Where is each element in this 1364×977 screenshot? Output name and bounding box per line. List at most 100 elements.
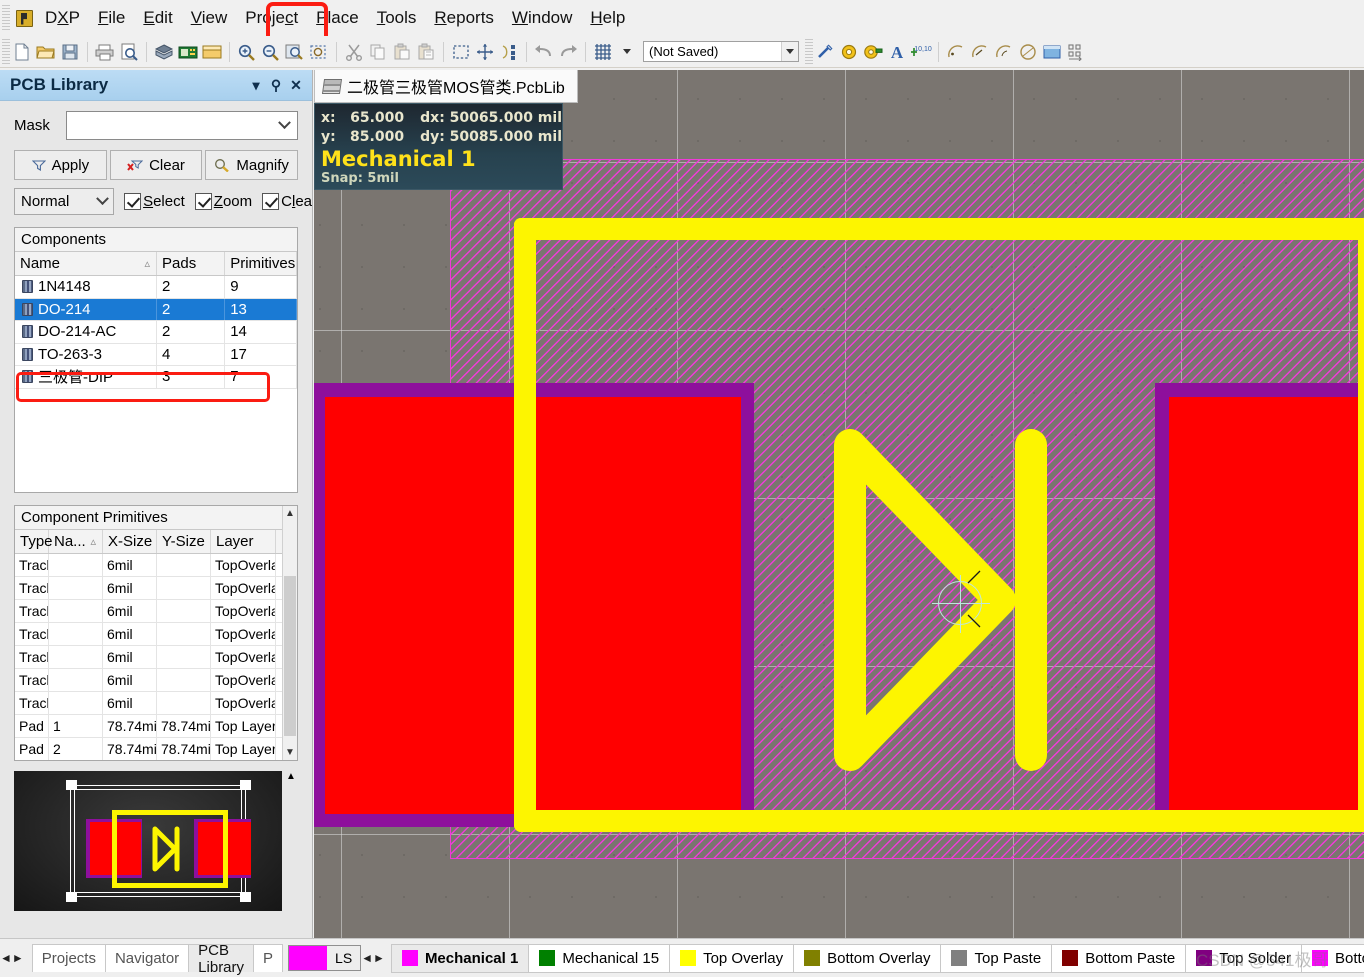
clear-button[interactable]: Clear: [109, 150, 203, 180]
panel-dropdown-icon[interactable]: ▾: [246, 75, 266, 95]
pcb-board-icon[interactable]: [177, 41, 199, 63]
grid-dropdown-icon[interactable]: [616, 41, 638, 63]
save-icon[interactable]: [59, 41, 81, 63]
table-row[interactable]: Pad 1 78.74mi 78.74mi Top Layer: [15, 715, 282, 738]
place-array-icon[interactable]: [1065, 41, 1087, 63]
layer-tab-top-paste[interactable]: Top Paste: [940, 943, 1053, 973]
checkbox-box[interactable]: [124, 193, 142, 210]
select-area-icon[interactable]: [450, 41, 472, 63]
cut-icon[interactable]: [343, 41, 365, 63]
column-header-x-size[interactable]: X-Size: [103, 530, 157, 553]
column-header-primitives[interactable]: Primitives: [225, 252, 297, 275]
menu-item-window[interactable]: Window: [503, 4, 581, 32]
scroll-up-icon[interactable]: ▲: [283, 506, 297, 521]
table-row[interactable]: Track 6mil TopOverla: [15, 554, 282, 577]
open-folder-icon[interactable]: [35, 41, 57, 63]
undo-icon[interactable]: [533, 41, 555, 63]
panel-close-icon[interactable]: ✕: [286, 75, 306, 95]
layer-tabs-scroll-left[interactable]: ◄: [361, 946, 373, 970]
table-row[interactable]: Track 6mil TopOverla: [15, 600, 282, 623]
chevron-down-icon[interactable]: [96, 192, 109, 206]
silkscreen-track-right[interactable]: [1358, 218, 1364, 832]
silkscreen-track-left[interactable]: [514, 218, 536, 832]
panel-tab-navigator[interactable]: Navigator: [104, 944, 190, 972]
mask-input[interactable]: [66, 111, 298, 140]
table-row[interactable]: DO-214-AC 2 14: [15, 321, 297, 344]
table-row[interactable]: Track 6mil TopOverla: [15, 623, 282, 646]
menu-item-file[interactable]: File: [89, 4, 134, 32]
zoom-area-icon[interactable]: [284, 41, 306, 63]
place-arc-edge-icon[interactable]: [969, 41, 991, 63]
place-fill-icon[interactable]: [1041, 41, 1063, 63]
board-3d-icon[interactable]: [153, 41, 175, 63]
panel-pin-icon[interactable]: ⚲: [266, 75, 286, 95]
place-arc-center-icon[interactable]: [945, 41, 967, 63]
column-header-y-size[interactable]: Y-Size: [157, 530, 211, 553]
column-header-layer[interactable]: Layer: [211, 530, 276, 553]
zoom-checkbox[interactable]: Zoom: [194, 193, 252, 210]
chevron-down-icon[interactable]: [278, 116, 291, 130]
checkbox-box[interactable]: [194, 193, 212, 210]
table-row[interactable]: 三极管-DIP 3 7: [15, 366, 297, 389]
document-tab[interactable]: 二极管三极管MOS管类.PcbLib: [314, 70, 578, 103]
place-pad-icon[interactable]: [862, 41, 884, 63]
menu-item-project[interactable]: Project: [236, 4, 307, 32]
menu-item-tools[interactable]: Tools: [368, 4, 426, 32]
select-checkbox[interactable]: Select: [124, 193, 185, 210]
layer-tab-bottom-paste[interactable]: Bottom Paste: [1051, 943, 1187, 973]
silkscreen-track-bottom[interactable]: [514, 810, 1364, 832]
scroll-down-icon[interactable]: ▼: [283, 745, 297, 760]
panel-tabs-scroll-left[interactable]: ◄: [0, 946, 12, 970]
column-header-name[interactable]: Name ▵: [15, 252, 158, 275]
layer-tab-mechanical-1[interactable]: Mechanical 1: [390, 943, 530, 973]
table-row[interactable]: Pad 2 78.74mi 78.74mi Top Layer: [15, 738, 282, 760]
checkbox-box[interactable]: [262, 193, 280, 210]
zoom-selected-icon[interactable]: [308, 41, 330, 63]
zoom-in-icon[interactable]: [236, 41, 258, 63]
table-row[interactable]: DO-214 2 13: [15, 298, 297, 321]
table-row[interactable]: TO-263-3 4 17: [15, 343, 297, 366]
document-combo[interactable]: (Not Saved): [643, 41, 799, 62]
table-row[interactable]: 1N4148 2 9: [15, 276, 297, 299]
magnify-button[interactable]: Magnify: [205, 150, 299, 180]
paste-icon[interactable]: [391, 41, 413, 63]
place-string-icon[interactable]: A: [886, 41, 908, 63]
preview-canvas[interactable]: [14, 771, 282, 911]
grid-icon[interactable]: [592, 41, 614, 63]
scrollbar-thumb[interactable]: [284, 576, 296, 736]
clear-checkbox[interactable]: Clea: [262, 193, 312, 210]
table-row[interactable]: Track 6mil TopOverla: [15, 669, 282, 692]
zoom-out-icon[interactable]: [260, 41, 282, 63]
menu-item-help[interactable]: Help: [581, 4, 634, 32]
layer-sets-button[interactable]: LS: [288, 945, 362, 971]
apply-button[interactable]: Apply: [14, 150, 107, 180]
move-icon[interactable]: [474, 41, 496, 63]
place-via-icon[interactable]: [838, 41, 860, 63]
preview-scrollbar[interactable]: ▲: [284, 771, 298, 911]
menu-item-reports[interactable]: Reports: [425, 4, 503, 32]
place-toolbar-grip[interactable]: [805, 38, 813, 65]
pad-2[interactable]: [1169, 397, 1364, 814]
print-icon[interactable]: [94, 41, 116, 63]
place-coordinate-icon[interactable]: 10,10: [910, 41, 932, 63]
panel-tab-pcb-library[interactable]: PCB Library: [188, 942, 255, 976]
menu-grip[interactable]: [2, 5, 10, 31]
table-row[interactable]: Track 6mil TopOverla: [15, 692, 282, 715]
place-line-icon[interactable]: [814, 41, 836, 63]
mode-select[interactable]: Normal: [14, 188, 115, 215]
panel-tabs-scroll-right[interactable]: ►: [12, 946, 24, 970]
place-arc-any-icon[interactable]: [993, 41, 1015, 63]
menu-item-view[interactable]: View: [182, 4, 237, 32]
chevron-down-icon[interactable]: [781, 42, 798, 61]
layer-tab-bottom-overlay[interactable]: Bottom Overlay: [793, 943, 942, 973]
toolbar-grip[interactable]: [2, 38, 10, 65]
copy-icon[interactable]: [367, 41, 389, 63]
menu-item-place[interactable]: Place: [307, 4, 368, 32]
paste-special-icon[interactable]: [415, 41, 437, 63]
align-icon[interactable]: [498, 41, 520, 63]
library-icon[interactable]: [201, 41, 223, 63]
new-document-icon[interactable]: [11, 41, 33, 63]
place-full-circle-icon[interactable]: [1017, 41, 1039, 63]
layer-tab-top-overlay[interactable]: Top Overlay: [669, 943, 795, 973]
menu-item-dxp[interactable]: DXP: [36, 4, 89, 32]
